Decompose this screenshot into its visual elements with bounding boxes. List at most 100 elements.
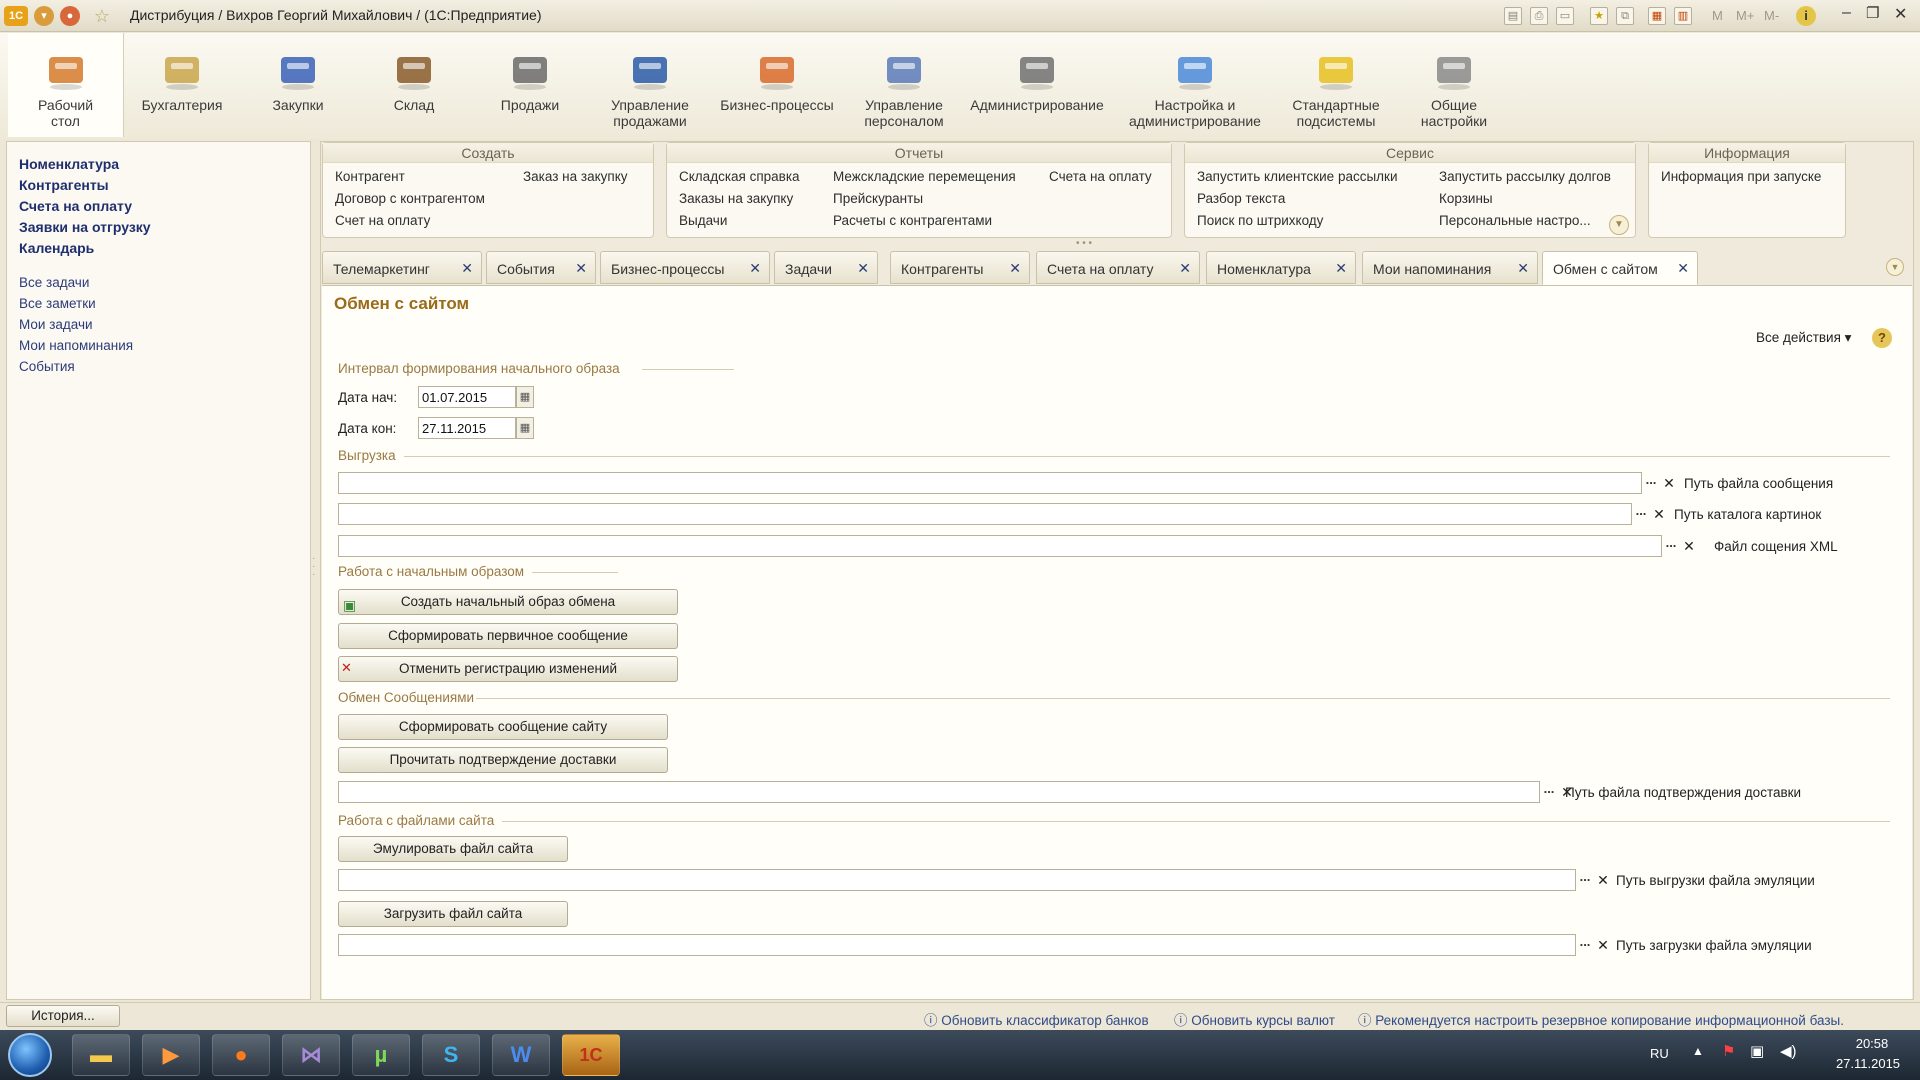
print-icon[interactable]: ⎙ [1530,7,1548,25]
form-site-message-button[interactable]: Сформировать сообщение сайту [338,714,668,740]
section-people[interactable]: Управление персоналом [848,33,960,137]
tab-close-icon[interactable]: ✕ [461,260,473,277]
copy-link-icon[interactable]: ⧉ [1616,7,1634,25]
sidebar-item-all-notes[interactable]: Все заметки [19,293,133,314]
network-icon[interactable]: ▣ [1750,1042,1764,1060]
section-settings-server[interactable]: Настройка и администрирование [1118,33,1272,137]
calendar-icon[interactable]: ▥ [1674,7,1692,25]
tray-expand-icon[interactable]: ▲ [1692,1044,1704,1058]
save-icon[interactable]: ▤ [1504,7,1522,25]
section-tools[interactable]: Администрирование [962,33,1112,137]
read-delivery-confirmation-button[interactable]: Прочитать подтверждение доставки [338,747,668,773]
message-file-path-input[interactable] [338,472,1642,494]
create-initial-image-button[interactable]: ▣ Создать начальный образ обмена [338,589,678,615]
sidebar-item-nomenclature[interactable]: Номенклатура [19,154,151,175]
clear-emulation-import-icon[interactable]: ✕ [1594,934,1612,956]
favorites-star-icon[interactable]: ☆ [92,6,112,26]
cmd-price-lists[interactable]: Прейскуранты [833,191,923,206]
cmd-personal-settings[interactable]: Персональные настро... [1439,213,1591,228]
app-logo-icon[interactable]: 1С [4,6,28,26]
section-desktop[interactable]: Рабочий стол [8,33,124,137]
cmd-purchase-order[interactable]: Заказ на закупку [523,169,628,184]
form-primary-message-button[interactable]: Сформировать первичное сообщение [338,623,678,649]
cmd-invoice[interactable]: Счет на оплату [335,213,430,228]
end-date-calendar-icon[interactable]: ▦ [516,417,534,439]
section-standard[interactable]: Стандартные подсистемы [1278,33,1394,137]
section-delivery[interactable]: Продажи [472,33,588,137]
skype-taskbar-icon[interactable]: S [422,1034,480,1076]
xml-file-input[interactable] [338,535,1662,557]
tab-telemarketing[interactable]: Телемаркетинг ✕ [322,251,482,284]
tab-close-icon[interactable]: ✕ [1179,260,1191,277]
sidebar-item-events[interactable]: События [19,356,133,377]
delivery-confirmation-path-input[interactable] [338,781,1540,803]
browse-emulation-export-button[interactable]: ... [1576,869,1594,891]
minimize-icon[interactable]: – [1842,4,1851,22]
sidebar-item-all-tasks[interactable]: Все задачи [19,272,133,293]
help-icon[interactable]: ? [1872,328,1892,348]
cmd-barcode-search[interactable]: Поиск по штрихкоду [1197,213,1323,228]
visual-studio-taskbar-icon[interactable]: ⋈ [282,1034,340,1076]
tab-reminders[interactable]: Мои напоминания ✕ [1362,251,1538,284]
onec-taskbar-icon[interactable]: 1С [562,1034,620,1076]
browse-images-folder-button[interactable]: ... [1632,503,1650,525]
calculator-icon[interactable]: ▦ [1648,7,1666,25]
cmd-text-parsing[interactable]: Разбор текста [1197,191,1285,206]
cmd-purchase-orders-report[interactable]: Заказы на закупку [679,191,793,206]
clear-message-file-icon[interactable]: ✕ [1660,472,1678,494]
backup-recommendation-link[interactable]: ⓘ Рекомендуется настроить резервное копи… [1358,1009,1844,1029]
start-button[interactable] [8,1033,52,1077]
sidebar-item-my-tasks[interactable]: Мои задачи [19,314,133,335]
sidebar-item-invoices[interactable]: Счета на оплату [19,196,151,217]
splitter-handle[interactable]: · · · [312,554,318,585]
section-coins[interactable]: Бухгалтерия [124,33,240,137]
tab-tasks[interactable]: Задачи ✕ [774,251,878,284]
clock-date[interactable]: 27.11.2015 [1826,1056,1910,1071]
end-date-input[interactable] [418,417,516,439]
section-gears[interactable]: Общие настройки [1398,33,1510,137]
tab-nomenclature[interactable]: Номенклатура ✕ [1206,251,1356,284]
cmd-transfers-report[interactable]: Межскладские перемещения [833,169,1016,184]
start-date-calendar-icon[interactable]: ▦ [516,386,534,408]
tabs-menu-icon[interactable]: ▼ [1886,258,1904,276]
cmd-client-mailings[interactable]: Запустить клиентские рассылки [1197,169,1397,184]
sidebar-item-calendar[interactable]: Календарь [19,238,151,259]
sidebar-item-shipment-requests[interactable]: Заявки на отгрузку [19,217,151,238]
browse-delivery-confirmation-button[interactable]: ... [1540,781,1558,803]
add-favorite-icon[interactable]: ★ [1590,7,1608,25]
memory-m-icon[interactable]: M [1712,8,1723,23]
utorrent-taskbar-icon[interactable]: µ [352,1034,410,1076]
section-warehouse[interactable]: Склад [356,33,472,137]
firefox-taskbar-icon[interactable]: ● [212,1034,270,1076]
close-icon[interactable]: ✕ [1894,4,1907,24]
media-player-taskbar-icon[interactable]: ▶ [142,1034,200,1076]
tab-contractors[interactable]: Контрагенты ✕ [890,251,1030,284]
section-truck[interactable]: Закупки [240,33,356,137]
memory-plus-icon[interactable]: M+ [1736,8,1754,23]
language-indicator[interactable]: RU [1650,1046,1669,1061]
cmd-invoices-report[interactable]: Счета на оплату [1049,169,1152,184]
tab-close-icon[interactable]: ✕ [1009,260,1021,277]
memory-minus-icon[interactable]: M- [1764,8,1779,23]
clear-xml-file-icon[interactable]: ✕ [1680,535,1698,557]
update-banks-link[interactable]: ⓘ Обновить классификатор банков [924,1009,1149,1029]
all-actions-menu[interactable]: Все действия ▾ [1756,330,1851,346]
expand-more-icon[interactable]: ▼ [1609,215,1629,235]
explorer-taskbar-icon[interactable]: ▬ [72,1034,130,1076]
update-rates-link[interactable]: ⓘ Обновить курсы валют [1174,1009,1335,1029]
cmd-contract[interactable]: Договор с контрагентом [335,191,485,206]
sidebar-item-contractors[interactable]: Контрагенты [19,175,151,196]
preview-icon[interactable]: ▭ [1556,7,1574,25]
emulation-export-path-input[interactable] [338,869,1576,891]
emulation-import-path-input[interactable] [338,934,1576,956]
browse-xml-file-button[interactable]: ... [1662,535,1680,557]
section-sales-chart[interactable]: Управление продажами [594,33,706,137]
panel-resize-handle[interactable]: • • • [1076,238,1092,249]
tab-business-processes[interactable]: Бизнес-процессы ✕ [600,251,770,284]
tab-close-icon[interactable]: ✕ [749,260,761,277]
menu-dropdown-icon[interactable]: ▾ [34,6,54,26]
emulate-site-file-button[interactable]: Эмулировать файл сайта [338,836,568,862]
tab-close-icon[interactable]: ✕ [575,260,587,277]
cmd-contractor[interactable]: Контрагент [335,169,405,184]
action-center-flag-icon[interactable]: ⚑ [1722,1042,1735,1060]
